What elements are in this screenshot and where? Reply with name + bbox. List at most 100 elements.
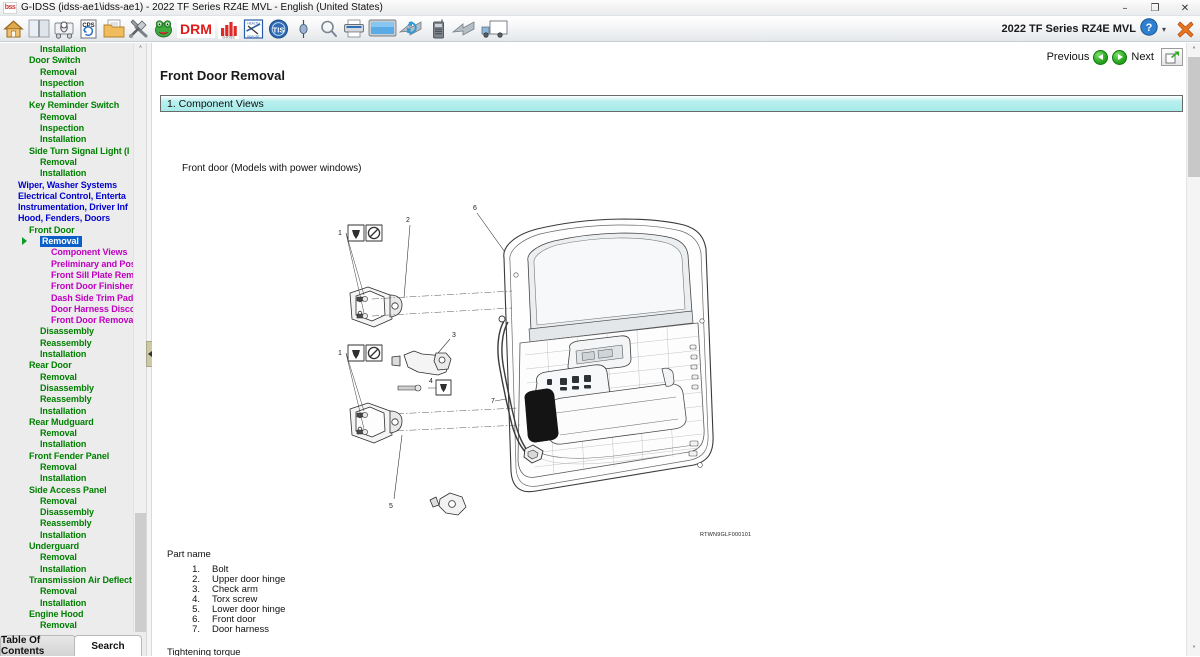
tree-item-reassembly[interactable]: Reassembly xyxy=(0,518,146,529)
tab-table-of-contents[interactable]: Table Of Contents xyxy=(0,635,76,656)
cps-document-icon[interactable]: CPS xyxy=(76,17,101,41)
tree-item-installation[interactable]: Installation xyxy=(0,564,146,575)
open-folder-icon[interactable] xyxy=(101,17,126,41)
tightening-torque-heading: Tightening torque xyxy=(167,647,241,656)
section-heading-label: 1. Component Views xyxy=(161,98,264,110)
tree-item-installation[interactable]: Installation xyxy=(0,349,146,360)
tree-item-removal[interactable]: Removal xyxy=(0,67,146,78)
content-scroll-up-button[interactable]: ˄ xyxy=(1187,43,1200,57)
tree-item-instrumentation-driver-inf[interactable]: Instrumentation, Driver Inf xyxy=(0,202,146,213)
tree-item-preliminary-and-post[interactable]: Preliminary and Post xyxy=(0,259,146,270)
part-name-heading: Part name xyxy=(167,549,211,560)
green-right-arrow-icon[interactable] xyxy=(1112,50,1127,65)
truck-icon[interactable] xyxy=(479,17,509,41)
tree-item-installation[interactable]: Installation xyxy=(0,473,146,484)
monitor-icon[interactable] xyxy=(366,17,398,41)
tree-item-disassembly[interactable]: Disassembly xyxy=(0,326,146,337)
tree-item-electrical-control-enterta[interactable]: Electrical Control, Enterta xyxy=(0,191,146,202)
tree-item-engine-hood[interactable]: Engine Hood xyxy=(0,609,146,620)
tree-item-disassembly[interactable]: Disassembly xyxy=(0,507,146,518)
content-pane: Previous Next Front Door Removal 1. Comp… xyxy=(152,43,1200,656)
tree-item-transmission-air-deflect[interactable]: Transmission Air Deflect xyxy=(0,575,146,586)
tree-item-side-access-panel[interactable]: Side Access Panel xyxy=(0,485,146,496)
oscilloscope-icon[interactable] xyxy=(291,17,316,41)
tree-item-rear-door[interactable]: Rear Door xyxy=(0,360,146,371)
tree-item-removal[interactable]: Removal xyxy=(0,620,146,631)
tree-item-front-door[interactable]: Front Door xyxy=(0,225,146,236)
tree-item-inspection[interactable]: Inspection xyxy=(0,78,146,89)
open-in-new-window-icon[interactable] xyxy=(1161,48,1183,66)
minimize-button[interactable]: – xyxy=(1110,0,1140,16)
tree-item-reassembly[interactable]: Reassembly xyxy=(0,338,146,349)
tree-item-hood-fenders-doors[interactable]: Hood, Fenders, Doors xyxy=(0,213,146,224)
magnifier-icon[interactable] xyxy=(316,17,341,41)
tree-item-installation[interactable]: Installation xyxy=(0,89,146,100)
lightning-icon[interactable] xyxy=(451,17,479,41)
tree-item-label: Door Harness Discon xyxy=(51,304,141,315)
tree-item-label: Reassembly xyxy=(40,518,92,529)
tree-item-installation[interactable]: Installation xyxy=(0,134,146,145)
drm-icon[interactable]: DRM xyxy=(176,17,216,41)
green-left-arrow-icon[interactable] xyxy=(1093,50,1108,65)
tree-item-dash-side-trim-pad-i[interactable]: Dash Side Trim Pad I xyxy=(0,293,146,304)
table-of-contents-tree[interactable]: InstallationDoor SwitchRemovalInspection… xyxy=(0,43,146,632)
tree-item-installation[interactable]: Installation xyxy=(0,406,146,417)
content-scroll-down-button[interactable]: ˅ xyxy=(1187,642,1200,656)
tree-item-front-sill-plate-remo[interactable]: Front Sill Plate Remo xyxy=(0,270,146,281)
content-scroll-thumb[interactable] xyxy=(1188,57,1200,177)
page-navigation: Previous Next xyxy=(1047,48,1183,66)
tab-search[interactable]: Search xyxy=(74,635,142,656)
tree-item-underguard[interactable]: Underguard xyxy=(0,541,146,552)
tree-item-removal[interactable]: Removal xyxy=(0,428,146,439)
radio-device-icon[interactable] xyxy=(426,17,451,41)
tree-item-removal[interactable]: Removal xyxy=(0,552,146,563)
tree-item-front-fender-panel[interactable]: Front Fender Panel xyxy=(0,451,146,462)
printer-icon[interactable] xyxy=(341,17,366,41)
tis-icon[interactable]: TIS xyxy=(266,17,291,41)
tree-item-removal[interactable]: Removal xyxy=(0,236,146,247)
tree-item-installation[interactable]: Installation xyxy=(0,598,146,609)
tree-item-removal[interactable]: Removal xyxy=(0,157,146,168)
question-mark-icon[interactable]: ? xyxy=(1140,18,1158,41)
book-icon[interactable] xyxy=(26,17,51,41)
tree-item-removal[interactable]: Removal xyxy=(0,112,146,123)
red-x-close-icon[interactable] xyxy=(1176,20,1194,38)
tree-item-key-reminder-switch[interactable]: Key Reminder Switch xyxy=(0,100,146,111)
sidebar-scroll-thumb[interactable] xyxy=(135,513,146,638)
part-list-item: 7.Door harness xyxy=(182,625,285,635)
sync-icon[interactable] xyxy=(398,17,426,41)
tree-item-installation[interactable]: Installation xyxy=(0,530,146,541)
content-scrollbar[interactable]: ˄ ˅ xyxy=(1186,43,1200,656)
tree-item-installation[interactable]: Installation xyxy=(0,44,146,55)
tree-item-removal[interactable]: Removal xyxy=(0,496,146,507)
tree-item-removal[interactable]: Removal xyxy=(0,462,146,473)
tree-item-installation[interactable]: Installation xyxy=(0,168,146,179)
tree-item-component-views[interactable]: Component Views xyxy=(0,247,146,258)
tree-item-door-switch[interactable]: Door Switch xyxy=(0,55,146,66)
home-icon[interactable] xyxy=(1,17,26,41)
tree-item-rear-mudguard[interactable]: Rear Mudguard xyxy=(0,417,146,428)
sidebar-scrollbar[interactable]: ˄ ˅ xyxy=(133,43,146,656)
tree-item-removal[interactable]: Removal xyxy=(0,372,146,383)
maximize-button[interactable]: ❐ xyxy=(1140,0,1170,16)
health-report-icon[interactable]: HEALTH REPORT xyxy=(241,17,266,41)
tools-icon[interactable] xyxy=(126,17,151,41)
tree-item-front-door-finisher-p[interactable]: Front Door Finisher P xyxy=(0,281,146,292)
tree-item-removal[interactable]: Removal xyxy=(0,586,146,597)
tree-item-disassembly[interactable]: Disassembly xyxy=(0,383,146,394)
tree-item-reassembly[interactable]: Reassembly xyxy=(0,394,146,405)
tree-item-installation[interactable]: Installation xyxy=(0,439,146,450)
chevron-down-icon[interactable]: ▾ xyxy=(1162,25,1166,34)
svg-text:TIS: TIS xyxy=(273,25,285,34)
close-button[interactable]: ✕ xyxy=(1170,0,1200,16)
diagnostics-cart-icon[interactable] xyxy=(51,17,76,41)
tree-item-side-turn-signal-light-i[interactable]: Side Turn Signal Light (I xyxy=(0,146,146,157)
previous-label[interactable]: Previous xyxy=(1047,51,1090,63)
tree-item-front-door-removal[interactable]: Front Door Removal xyxy=(0,315,146,326)
tree-item-door-harness-discon[interactable]: Door Harness Discon xyxy=(0,304,146,315)
tree-item-wiper-washer-systems[interactable]: Wiper, Washer Systems xyxy=(0,180,146,191)
bar-chart-icon[interactable]: G-IDSS xyxy=(216,17,241,41)
frog-icon[interactable] xyxy=(151,17,176,41)
next-label[interactable]: Next xyxy=(1131,51,1154,63)
tree-item-inspection[interactable]: Inspection xyxy=(0,123,146,134)
